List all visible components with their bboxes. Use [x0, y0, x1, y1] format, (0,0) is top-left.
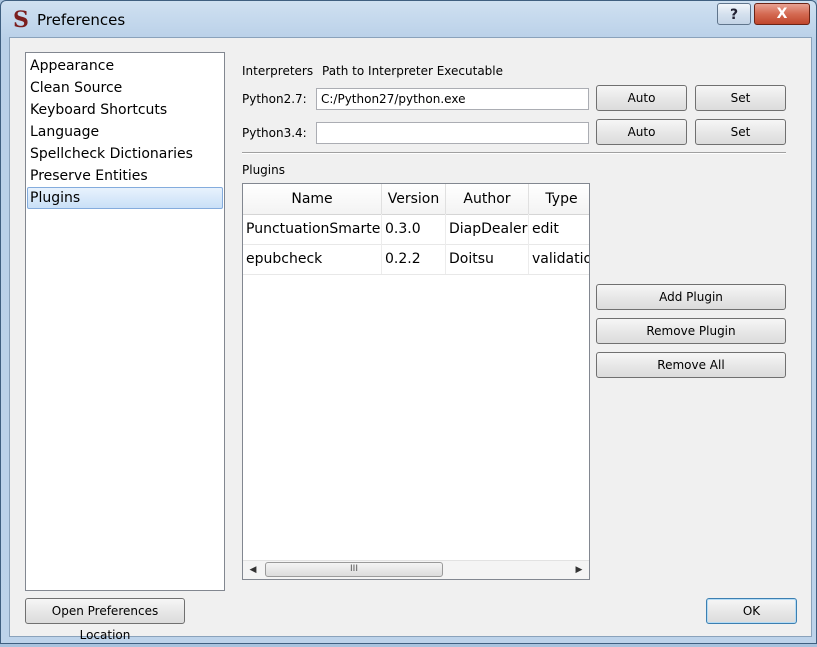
column-header-author[interactable]: Author [446, 184, 529, 214]
category-preserve-entities[interactable]: Preserve Entities [27, 165, 224, 187]
window-title: Preferences [37, 11, 126, 29]
cell-author: DiapDealer [446, 214, 529, 244]
cell-type: validation [529, 244, 589, 274]
python27-path-input[interactable]: C:/Python27/python.exe [316, 88, 589, 110]
cell-name: epubcheck [243, 244, 382, 274]
category-spellcheck-dictionaries[interactable]: Spellcheck Dictionaries [27, 143, 224, 165]
category-list[interactable]: Appearance Clean Source Keyboard Shortcu… [25, 52, 225, 591]
category-keyboard-shortcuts[interactable]: Keyboard Shortcuts [27, 99, 224, 121]
cell-type: edit [529, 214, 589, 244]
plugins-table[interactable]: Name Version Author Type PunctuationSmar… [242, 183, 590, 580]
column-header-name[interactable]: Name [243, 184, 382, 214]
horizontal-scrollbar[interactable]: ◀ III ▶ [243, 560, 589, 579]
open-preferences-location-button[interactable]: Open Preferences Location [25, 598, 185, 642]
cell-version: 0.3.0 [382, 214, 446, 244]
table-header: Name Version Author Type [243, 184, 589, 215]
preferences-window: S Preferences ? X Appearance Clean Sourc… [0, 0, 817, 644]
python27-auto-button[interactable]: Auto [596, 85, 687, 111]
cell-version: 0.2.2 [382, 244, 446, 274]
cell-author: Doitsu [446, 244, 529, 274]
python34-set-button[interactable]: Set [695, 119, 786, 145]
title-bar[interactable]: S Preferences ? X [1, 1, 816, 37]
python27-label: Python2.7: [242, 92, 307, 106]
category-plugins[interactable]: Plugins [27, 187, 223, 209]
remove-all-button[interactable]: Remove All [596, 352, 786, 378]
help-button[interactable]: ? [717, 3, 751, 25]
column-header-type[interactable]: Type [529, 184, 589, 214]
scroll-thumb[interactable]: III [265, 562, 443, 577]
ok-button[interactable]: OK [706, 598, 797, 624]
close-icon: X [776, 6, 788, 22]
table-row[interactable]: PunctuationSmarten 0.3.0 DiapDealer edit [243, 214, 589, 245]
python34-path-input[interactable] [316, 122, 589, 144]
interpreters-heading: Interpreters [242, 64, 314, 78]
category-clean-source[interactable]: Clean Source [27, 77, 224, 99]
table-row[interactable]: epubcheck 0.2.2 Doitsu validation [243, 244, 589, 275]
python34-auto-button[interactable]: Auto [596, 119, 687, 145]
add-plugin-button[interactable]: Add Plugin [596, 284, 786, 310]
python34-label: Python3.4: [242, 126, 307, 140]
scroll-left-icon[interactable]: ◀ [245, 561, 261, 579]
section-divider [242, 152, 786, 154]
cell-name: PunctuationSmarten [243, 214, 382, 244]
category-appearance[interactable]: Appearance [27, 55, 224, 77]
sigil-app-icon: S [13, 7, 29, 33]
category-language[interactable]: Language [27, 121, 224, 143]
interpreter-path-heading: Path to Interpreter Executable [322, 64, 504, 78]
close-button[interactable]: X [754, 3, 810, 25]
dialog-body: Appearance Clean Source Keyboard Shortcu… [9, 37, 812, 642]
python27-set-button[interactable]: Set [695, 85, 786, 111]
plugins-heading: Plugins [242, 163, 285, 177]
column-header-version[interactable]: Version [382, 184, 446, 214]
scroll-right-icon[interactable]: ▶ [571, 561, 587, 579]
remove-plugin-button[interactable]: Remove Plugin [596, 318, 786, 344]
